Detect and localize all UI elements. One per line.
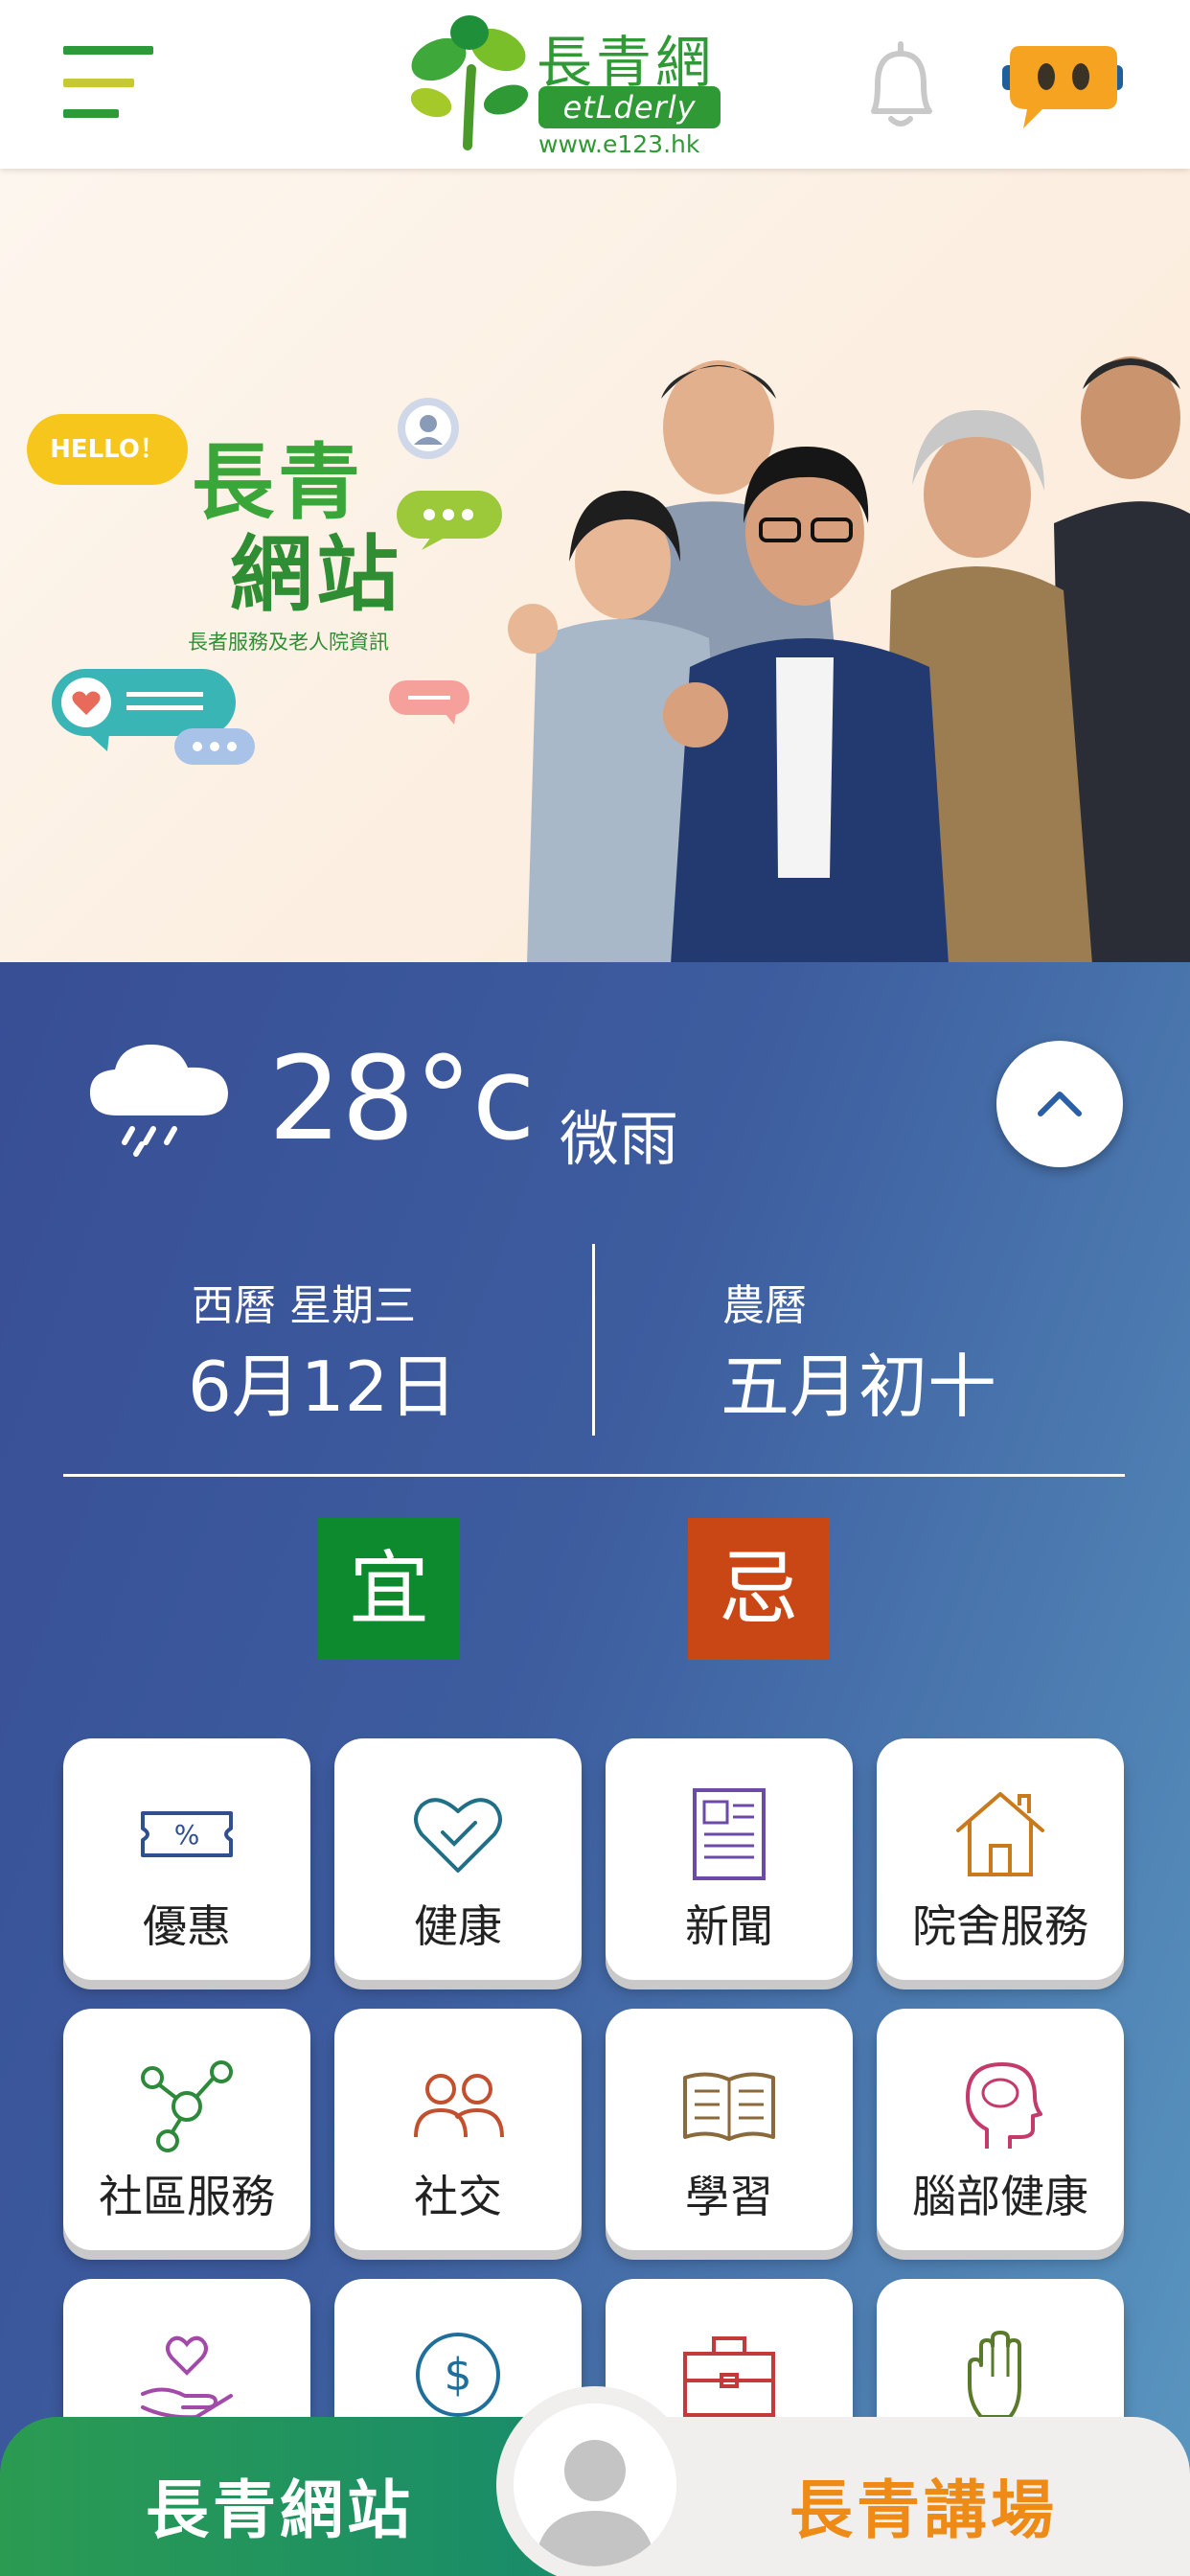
tile-social[interactable]: 社交 [334, 2009, 582, 2250]
ji-button[interactable]: 忌 [688, 1518, 830, 1660]
lunar-date: 五月初十 [721, 1346, 997, 1427]
svg-text:%: % [174, 1819, 200, 1851]
dollar-icon: $ [416, 2333, 500, 2417]
nav-website-label: 長青網站 [146, 2473, 414, 2547]
tile-label: 學習 [685, 2171, 773, 2222]
tile-brain-health[interactable]: 腦部健康 [877, 2009, 1124, 2250]
menu-icon[interactable] [63, 46, 155, 123]
newspaper-icon [693, 1788, 766, 1880]
bottom-nav: 長青網站 長青講場 [0, 2386, 1190, 2576]
top-bar: 長青網 etLderly www.e123.hk [0, 0, 1190, 169]
coupon-icon: % [141, 1811, 233, 1857]
section-divider [63, 1474, 1125, 1477]
tile-community[interactable]: 社區服務 [63, 2009, 310, 2250]
temperature: 28°c [268, 1033, 536, 1166]
user-bubble-icon [398, 398, 459, 459]
tile-health[interactable]: 健康 [334, 1738, 582, 1980]
head-brain-icon [966, 2062, 1042, 2149]
date-divider [592, 1244, 595, 1436]
tile-label: 社區服務 [99, 2171, 275, 2222]
app-screen: 長青網 etLderly www.e123.hk HELLO！ 長青 網站 長者… [0, 0, 1190, 2576]
nav-forum-label: 長青講場 [790, 2473, 1058, 2547]
pink-bubble-icon [389, 680, 469, 724]
tile-label: 新聞 [685, 1900, 773, 1952]
yi-button[interactable]: 宜 [318, 1518, 460, 1660]
collapse-button[interactable] [996, 1041, 1123, 1167]
site-logo[interactable]: 長青網 etLderly www.e123.hk [402, 12, 728, 158]
weather-condition: 微雨 [560, 1104, 679, 1174]
hero-banner[interactable]: HELLO！ 長青 網站 長者服務及老人院資訊 [0, 169, 1190, 962]
hero-title: 長青 網站 [192, 437, 402, 621]
lunar-label: 農曆 [722, 1281, 807, 1330]
tile-label: 健康 [414, 1900, 502, 1952]
tile-news[interactable]: 新聞 [606, 1738, 853, 1980]
hero-title-line1: 長青 [192, 434, 364, 531]
tile-care-homes[interactable]: 院舍服務 [877, 1738, 1124, 1980]
tile-learning[interactable]: 學習 [606, 2009, 853, 2250]
tile-offers[interactable]: % 優惠 [63, 1738, 310, 1980]
cloud-rain-icon [90, 1045, 228, 1157]
briefcase-icon [683, 2336, 775, 2417]
logo-url: www.e123.hk [538, 130, 700, 158]
book-icon [683, 2072, 775, 2141]
tree-logo-icon [410, 15, 529, 150]
chevron-up-icon [1038, 1092, 1082, 1116]
hand-heart-icon [141, 2335, 233, 2420]
gregorian-date: 6月12日 [188, 1346, 458, 1427]
heart-check-icon [414, 1798, 502, 1873]
bell-icon[interactable] [853, 36, 949, 132]
avatar-icon [514, 2404, 676, 2566]
gregorian-label: 西曆 星期三 [192, 1281, 416, 1330]
tile-label: 院舍服務 [912, 1900, 1088, 1952]
logo-badge: etLderly [538, 86, 721, 128]
svg-text:$: $ [444, 2349, 471, 2401]
house-icon [956, 1792, 1044, 1876]
hello-bubble: HELLO！ [27, 414, 188, 485]
network-icon [141, 2060, 233, 2152]
chatbot-icon[interactable] [1000, 36, 1125, 132]
tile-label: 腦部健康 [912, 2171, 1088, 2222]
tile-label: 優惠 [143, 1900, 231, 1952]
tile-label: 社交 [414, 2171, 502, 2222]
hero-title-line2: 網站 [230, 526, 402, 623]
hero-subtitle: 長者服務及老人院資訊 [188, 631, 389, 654]
dots-bubble-icon [174, 728, 255, 765]
seniors-group-photo [508, 356, 1190, 962]
hand-icon [968, 2331, 1021, 2419]
profile-button[interactable] [496, 2386, 694, 2576]
people-icon [414, 2074, 504, 2138]
